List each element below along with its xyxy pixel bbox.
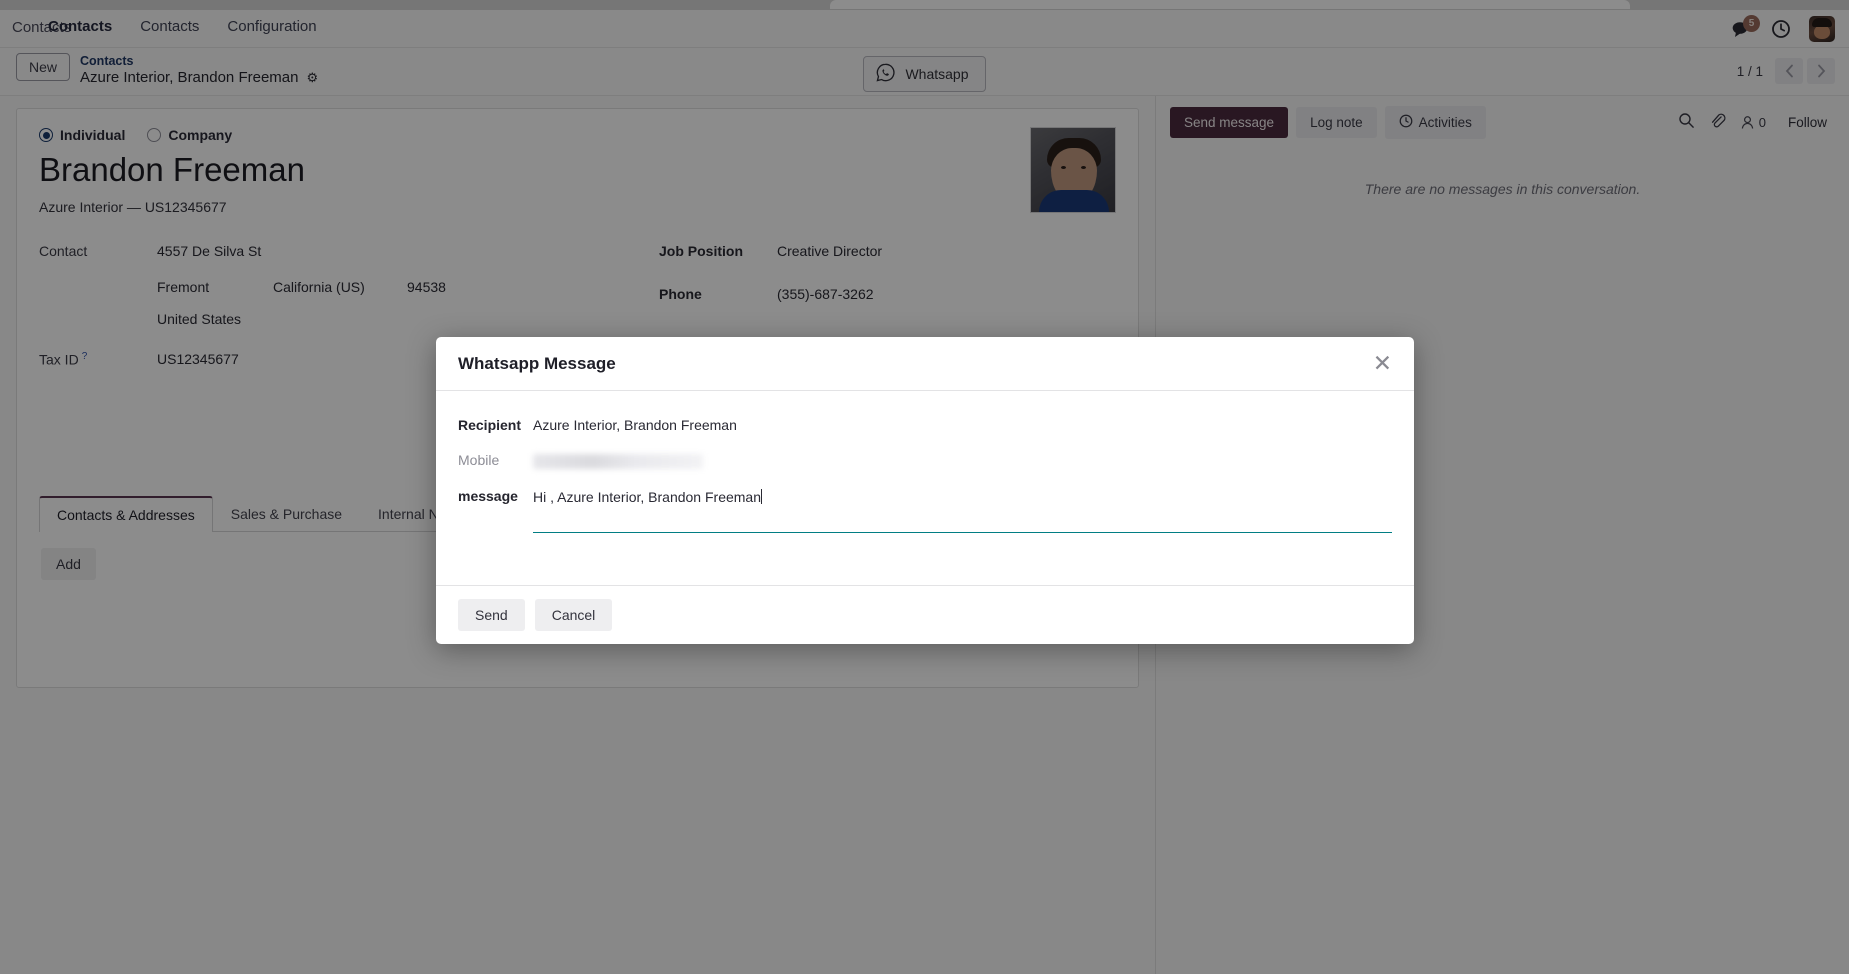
cancel-button[interactable]: Cancel [534, 599, 613, 631]
dialog-field-recipient: Recipient Azure Interior, Brandon Freema… [458, 415, 1392, 433]
dialog-field-mobile: Mobile [458, 450, 1392, 469]
message-input-text: Hi , Azure Interior, Brandon Freeman [533, 489, 761, 505]
dialog-footer: Send Cancel [436, 585, 1414, 644]
whatsapp-message-dialog: Whatsapp Message ✕ Recipient Azure Inter… [436, 337, 1414, 644]
mobile-value-redacted[interactable] [533, 454, 703, 469]
dialog-header: Whatsapp Message ✕ [436, 337, 1414, 391]
mobile-label: Mobile [458, 452, 500, 468]
message-label: message [458, 488, 518, 504]
recipient-label: Recipient [458, 417, 522, 433]
dialog-body: Recipient Azure Interior, Brandon Freema… [436, 391, 1414, 585]
dialog-field-message: message Hi , Azure Interior, Brandon Fre… [458, 486, 1392, 533]
message-input-wrapper: Hi , Azure Interior, Brandon Freeman [533, 486, 1392, 533]
dialog-title: Whatsapp Message [458, 353, 616, 373]
close-icon[interactable]: ✕ [1373, 352, 1392, 375]
send-button[interactable]: Send [458, 599, 525, 631]
text-caret [761, 489, 762, 504]
recipient-value[interactable]: Azure Interior, Brandon Freeman [533, 415, 737, 433]
message-input[interactable]: Hi , Azure Interior, Brandon Freeman [533, 486, 1392, 506]
